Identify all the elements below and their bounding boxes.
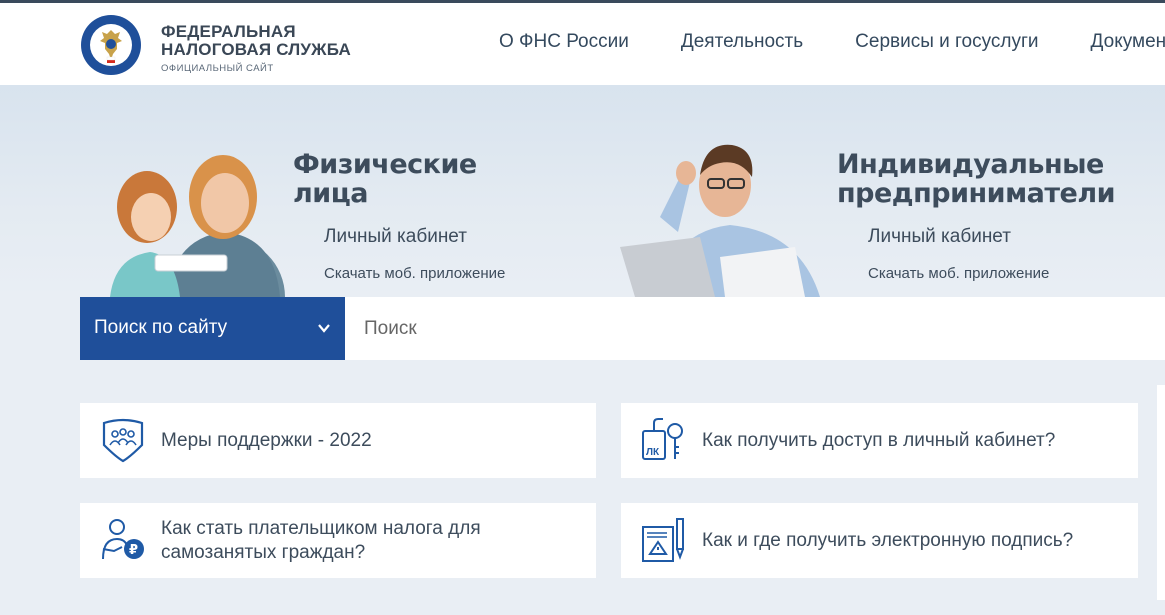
search-bar: Поиск по сайту — [80, 297, 1165, 360]
card-support-measures[interactable]: Меры поддержки - 2022 — [80, 403, 596, 478]
card-cabinet-access[interactable]: ЛК Как получить доступ в личный кабинет? — [621, 403, 1138, 478]
card-self-employed-line1: Как стать плательщиком налога для — [161, 518, 481, 539]
hero-banner: Физические лица Личный кабинет Скачать м… — [0, 85, 1165, 297]
individuals-photo — [110, 155, 285, 297]
card-cabinet-label: Как получить доступ в личный кабинет? — [702, 430, 1056, 451]
person-ruble-icon: ₽ — [102, 519, 144, 560]
entrepreneurs-title[interactable]: Индивидуальные предприниматели — [837, 149, 1116, 209]
card-support-label: Меры поддержки - 2022 — [161, 430, 372, 451]
search-scope-dropdown[interactable]: Поиск по сайту — [80, 297, 345, 360]
card-self-employed-text: Как стать плательщиком налога для самоза… — [161, 517, 481, 565]
entrepreneurs-cabinet-link[interactable]: Личный кабинет — [868, 226, 1011, 248]
lk-key-icon: ЛК — [642, 418, 683, 460]
nav-activity[interactable]: Деятельность — [681, 31, 803, 53]
individuals-cabinet-link[interactable]: Личный кабинет — [324, 226, 467, 248]
individuals-app-link[interactable]: Скачать моб. приложение — [324, 265, 505, 282]
signature-document-icon — [642, 518, 684, 562]
search-input[interactable] — [345, 297, 1165, 360]
card-e-signature[interactable]: Как и где получить электронную подпись? — [621, 503, 1138, 578]
card-self-employed-line2: самозанятых граждан? — [161, 542, 366, 563]
logo-text[interactable]: ФЕДЕРАЛЬНАЯ НАЛОГОВАЯ СЛУЖБА ОФИЦИАЛЬНЫЙ… — [161, 22, 351, 75]
main-nav: О ФНС России Деятельность Сервисы и госусл… — [499, 31, 1165, 53]
side-panel-edge — [1157, 385, 1165, 600]
entrepreneurs-title-line1: Индивидуальные — [837, 149, 1104, 180]
card-self-employed[interactable]: ₽ Как стать плательщиком налога для само… — [80, 503, 596, 578]
chevron-down-icon — [318, 324, 330, 333]
logo-title-line2: НАЛОГОВАЯ СЛУЖБА — [161, 40, 351, 59]
search-scope-label: Поиск по сайту — [94, 317, 228, 338]
svg-text:₽: ₽ — [129, 543, 138, 558]
entrepreneurs-title-line2: предприниматели — [837, 178, 1116, 209]
card-e-signature-label: Как и где получить электронную подпись? — [702, 530, 1074, 551]
site-header: ФЕДЕРАЛЬНАЯ НАЛОГОВАЯ СЛУЖБА ОФИЦИАЛЬНЫЙ… — [0, 3, 1165, 85]
logo-title-line1: ФЕДЕРАЛЬНАЯ — [161, 22, 296, 41]
individuals-title[interactable]: Физические лица — [293, 150, 477, 208]
svg-text:ЛК: ЛК — [646, 447, 660, 458]
entrepreneurs-photo — [620, 144, 820, 297]
shield-people-icon — [102, 418, 144, 463]
nav-services[interactable]: Сервисы и госуслуги — [855, 31, 1038, 53]
individuals-title-line2: лица — [293, 178, 368, 209]
logo-subtitle: ОФИЦИАЛЬНЫЙ САЙТ — [161, 63, 274, 74]
individuals-title-line1: Физические — [293, 149, 477, 180]
nav-documents[interactable]: Документы — [1091, 31, 1165, 53]
nav-about[interactable]: О ФНС России — [499, 31, 629, 53]
entrepreneurs-app-link[interactable]: Скачать моб. приложение — [868, 265, 1049, 282]
fns-emblem-icon[interactable] — [80, 14, 142, 76]
